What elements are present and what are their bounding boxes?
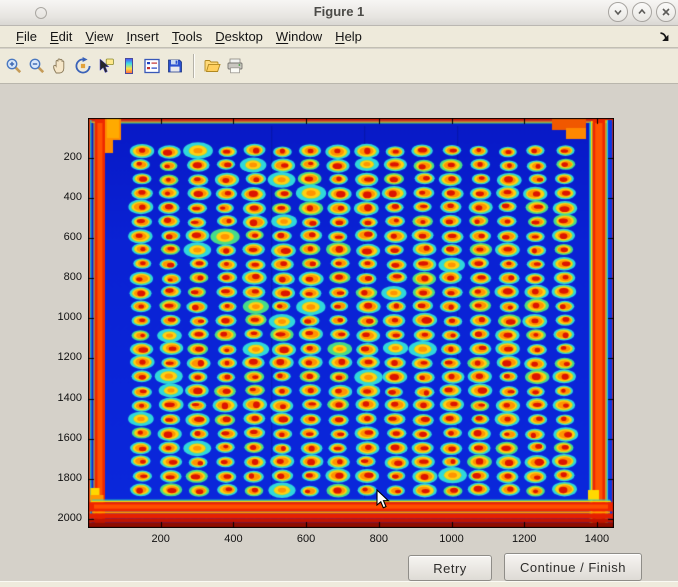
y-tick-label: 200 (30, 151, 82, 164)
y-tick-label: 600 (30, 231, 82, 244)
x-tick-label: 800 (349, 533, 409, 546)
y-tick-label: 2000 (30, 512, 82, 525)
rotate-3d-button[interactable] (71, 53, 94, 80)
y-tick-label: 1200 (30, 351, 82, 364)
retry-button[interactable]: Retry (408, 555, 492, 581)
menu-tools[interactable]: Tools (170, 27, 204, 46)
y-tick-label: 1600 (30, 432, 82, 445)
close-icon (660, 6, 672, 18)
chevron-down-icon (612, 6, 624, 18)
close-button[interactable] (656, 2, 676, 22)
x-tick-label: 200 (131, 533, 191, 546)
open-folder-icon (203, 57, 221, 75)
y-tick-label: 400 (30, 191, 82, 204)
x-tick-label: 600 (276, 533, 336, 546)
chevron-up-icon (636, 6, 648, 18)
zoom-out-button[interactable] (25, 53, 48, 80)
y-tick-label: 1800 (30, 472, 82, 485)
zoom-in-button[interactable] (2, 53, 25, 80)
print-figure-button[interactable] (223, 53, 246, 80)
menu-file[interactable]: File (14, 27, 39, 46)
insert-legend-icon (143, 57, 161, 75)
data-cursor-icon (97, 57, 115, 75)
titlebar[interactable]: Figure 1 (0, 0, 678, 26)
maximize-button[interactable] (632, 2, 652, 22)
rotate-3d-icon (74, 57, 92, 75)
microarray-image[interactable] (88, 118, 614, 528)
menu-view[interactable]: View (83, 27, 115, 46)
x-tick-label: 1400 (567, 533, 627, 546)
menu-window[interactable]: Window (274, 27, 324, 46)
y-tick-label: 800 (30, 271, 82, 284)
save-icon (166, 57, 184, 75)
x-tick-label: 1000 (422, 533, 482, 546)
menubar: File Edit View Insert Tools Desktop Wind… (0, 26, 678, 48)
window-title: Figure 1 (0, 4, 678, 19)
x-tick-label: 1200 (494, 533, 554, 546)
window-bottom-edge (0, 581, 678, 587)
insert-colorbar-icon (120, 57, 138, 75)
menu-help[interactable]: Help (333, 27, 364, 46)
menu-insert[interactable]: Insert (124, 27, 161, 46)
open-file-button[interactable] (200, 53, 223, 80)
insert-legend-button[interactable] (140, 53, 163, 80)
y-tick-label: 1400 (30, 392, 82, 405)
continue-finish-button[interactable]: Continue / Finish (504, 553, 642, 581)
figure-window: Figure 1 File Edit View Insert Tools Des… (0, 0, 678, 587)
menu-edit[interactable]: Edit (48, 27, 74, 46)
data-cursor-button[interactable] (94, 53, 117, 80)
print-icon (226, 57, 244, 75)
pan-button[interactable] (48, 53, 71, 80)
zoom-out-icon (28, 57, 46, 75)
insert-colorbar-button[interactable] (117, 53, 140, 80)
menu-desktop[interactable]: Desktop (213, 27, 265, 46)
save-figure-button[interactable] (163, 53, 186, 80)
x-tick-label: 400 (203, 533, 263, 546)
y-tick-label: 1000 (30, 311, 82, 324)
zoom-in-icon (5, 57, 23, 75)
minimize-button[interactable] (608, 2, 628, 22)
pan-hand-icon (51, 57, 69, 75)
dock-figure-icon[interactable] (658, 31, 670, 43)
figure-canvas-area: 200 400 600 800 1000 1200 1400 1600 1800 2000 200 4… (0, 85, 678, 587)
toolbar-separator (193, 54, 195, 78)
toolbar (0, 49, 678, 84)
